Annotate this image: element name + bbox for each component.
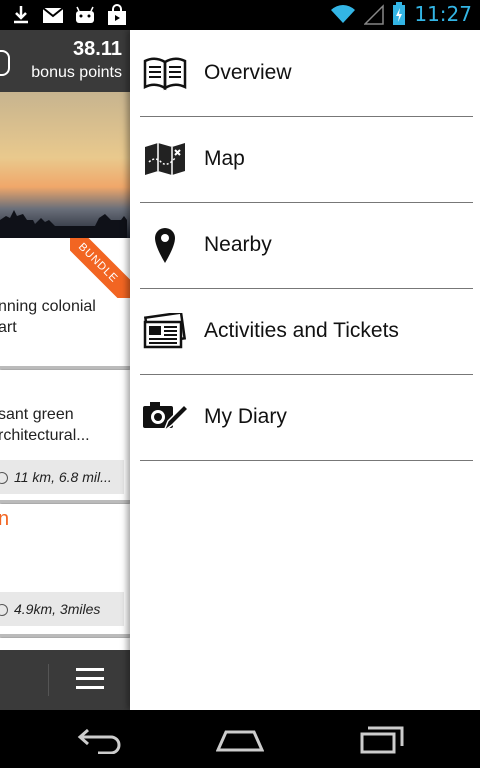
list-item[interactable]: n 4.9km, 3miles <box>0 504 130 637</box>
system-nav-bar <box>0 710 480 768</box>
gmail-icon <box>42 7 64 23</box>
drawer-item-my-diary[interactable]: My Diary <box>140 374 473 461</box>
city-skyline-image <box>0 210 127 238</box>
drawer-item-label: Activities and Tickets <box>204 319 399 342</box>
distance-box: 11 km, 6.8 mil... <box>0 460 124 494</box>
book-icon <box>142 53 188 93</box>
recent-apps-icon[interactable] <box>358 724 406 754</box>
home-icon[interactable] <box>216 724 264 754</box>
distance-text: 4.9km, 3miles <box>14 601 101 617</box>
wifi-icon <box>331 5 356 23</box>
card-description-line: nning colonial <box>0 298 96 315</box>
distance-box: 4.9km, 3miles <box>0 592 124 626</box>
card-description-line: rchitectural... <box>0 427 90 444</box>
distance-icon <box>0 604 8 617</box>
signal-icon <box>364 4 385 25</box>
hero-image[interactable] <box>0 92 130 238</box>
status-bar: 11:27 <box>0 0 480 30</box>
camera-pencil-icon <box>142 397 188 437</box>
bundle-ribbon: BUNDLE <box>70 238 130 298</box>
distance-icon <box>0 472 8 485</box>
main-content-panel[interactable]: 38.11 bonus points BUNDLE nning colonial… <box>0 30 130 710</box>
drawer-item-label: My Diary <box>204 405 287 428</box>
map-icon <box>142 139 188 179</box>
list-item[interactable]: BUNDLE nning colonial art <box>0 238 130 369</box>
bonus-points-label: bonus points <box>31 64 122 81</box>
distance-text: 11 km, 6.8 mil... <box>14 469 112 485</box>
bonus-points-header[interactable]: 38.11 bonus points <box>0 30 130 92</box>
android-icon <box>76 6 94 23</box>
battery-icon <box>393 2 406 25</box>
drawer-item-label: Overview <box>204 61 292 84</box>
bottom-action-bar <box>0 650 130 710</box>
back-icon[interactable] <box>76 724 124 754</box>
drawer-item-activities-and-tickets[interactable]: Activities and Tickets <box>140 288 473 375</box>
card-title: n <box>0 508 10 530</box>
drawer-item-overview[interactable]: Overview <box>140 30 473 117</box>
card-description-line: art <box>0 319 17 336</box>
drawer-item-nearby[interactable]: Nearby <box>140 202 473 289</box>
menu-button[interactable] <box>76 668 104 690</box>
divider <box>48 664 49 696</box>
clock: 11:27 <box>414 2 472 26</box>
shopping-bag-icon <box>108 4 126 25</box>
tickets-icon <box>142 311 188 351</box>
drawer-item-label: Map <box>204 147 245 170</box>
download-icon <box>14 6 28 24</box>
list-item[interactable]: sant green rchitectural... 11 km, 6.8 mi… <box>0 370 130 503</box>
card-description-line: sant green <box>0 406 74 423</box>
location-pin-icon <box>142 225 188 265</box>
navigation-drawer: Overview Map Nearby Activities and Ticke… <box>130 30 480 710</box>
bonus-points-value: 38.11 <box>73 38 122 60</box>
coins-icon <box>0 50 10 76</box>
drawer-item-map[interactable]: Map <box>140 116 473 203</box>
drawer-item-label: Nearby <box>204 233 272 256</box>
